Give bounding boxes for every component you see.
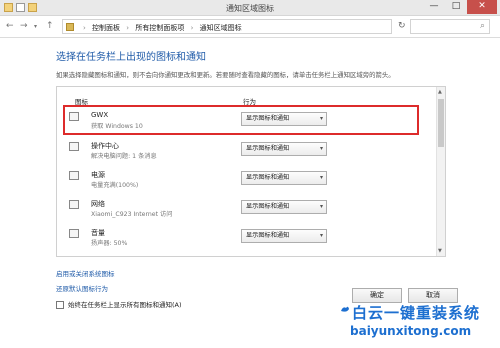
- item-name: 音量: [91, 229, 105, 237]
- title-bar: 通知区域图标 — □ ✕: [0, 0, 500, 16]
- list-item: 电源 电量充满(100%) 显示图标和通知 ▾: [65, 166, 427, 194]
- cloud-logo-icon: [341, 306, 349, 312]
- item-description: Xiaomi_C923 Internet 访问: [91, 211, 173, 218]
- breadcrumb-item[interactable]: 控制面板: [92, 24, 120, 32]
- search-icon: ⌕: [479, 21, 485, 31]
- breadcrumb[interactable]: › 控制面板 › 所有控制面板项 › 通知区域图标: [62, 19, 392, 34]
- vertical-scrollbar[interactable]: ▲ ▼: [436, 87, 445, 256]
- flag-icon: [69, 142, 79, 151]
- close-button[interactable]: ✕: [467, 0, 497, 14]
- chevron-down-icon: ▾: [319, 203, 323, 210]
- behavior-select[interactable]: 显示图标和通知 ▾: [241, 200, 327, 214]
- highlight-box: [63, 105, 419, 135]
- breadcrumb-item[interactable]: 通知区域图标: [200, 24, 242, 32]
- chevron-down-icon: ▾: [319, 174, 323, 181]
- battery-icon: [69, 171, 79, 180]
- restore-defaults-link[interactable]: 还原默认图标行为: [56, 283, 108, 293]
- item-name: 操作中心: [91, 142, 119, 150]
- list-item: 音量 扬声器: 50% 显示图标和通知 ▾: [65, 224, 427, 252]
- watermark-title: 白云一键重装系统: [352, 304, 481, 322]
- behavior-select[interactable]: 显示图标和通知 ▾: [241, 142, 327, 156]
- recent-locations-icon[interactable]: ▾: [34, 23, 37, 30]
- item-description: 电量充满(100%): [91, 182, 139, 189]
- scrollbar-thumb[interactable]: [438, 99, 444, 147]
- behavior-select[interactable]: 显示图标和通知 ▾: [241, 229, 327, 243]
- item-name: 电源: [91, 171, 105, 179]
- forward-icon[interactable]: →: [20, 21, 28, 31]
- system-icons-link[interactable]: 启用或关闭系统图标: [56, 268, 115, 278]
- up-icon[interactable]: ↑: [46, 21, 54, 31]
- always-show-checkbox-row[interactable]: 始终在任务栏上显示所有图标和通知(A): [56, 299, 182, 309]
- chevron-down-icon: ▾: [319, 232, 323, 239]
- breadcrumb-item[interactable]: 所有控制面板项: [135, 24, 184, 32]
- watermark: 白云一键重装系统 baiyunxitong.com: [338, 300, 496, 344]
- back-icon[interactable]: ←: [6, 21, 14, 31]
- address-bar: ← → ▾ ↑ › 控制面板 › 所有控制面板项 › 通知区域图标 ↻ ⌕: [0, 16, 500, 38]
- minimize-button[interactable]: —: [423, 0, 445, 14]
- page-title: 选择在任务栏上出现的图标和通知: [56, 52, 206, 63]
- window-controls: — □ ✕: [423, 0, 497, 14]
- icon-list-panel: 图标 行为 GWX 获取 Windows 10 显示图标和通知 ▾ 操作中心 解决…: [56, 86, 446, 257]
- network-icon: [69, 200, 79, 209]
- refresh-icon[interactable]: ↻: [398, 21, 406, 31]
- speaker-icon: [69, 229, 79, 238]
- control-panel-icon: [66, 23, 74, 31]
- watermark-url: baiyunxitong.com: [350, 324, 472, 338]
- checkbox-label: 始终在任务栏上显示所有图标和通知(A): [68, 301, 182, 309]
- chevron-down-icon: ▾: [319, 145, 323, 152]
- scroll-down-icon[interactable]: ▼: [438, 248, 442, 254]
- page-description: 如果选择隐藏图标和通知，则不会向你通知更改和更新。若要随时查看隐藏的图标，请单击…: [56, 71, 395, 79]
- maximize-button[interactable]: □: [445, 0, 467, 14]
- scroll-up-icon[interactable]: ▲: [438, 89, 442, 95]
- item-name: 网络: [91, 200, 105, 208]
- list-item: 操作中心 解决电脑问题: 1 条消息 显示图标和通知 ▾: [65, 137, 427, 165]
- item-description: 扬声器: 50%: [91, 240, 128, 247]
- always-show-checkbox[interactable]: [56, 301, 64, 309]
- behavior-select[interactable]: 显示图标和通知 ▾: [241, 171, 327, 185]
- search-input[interactable]: ⌕: [410, 19, 490, 34]
- item-description: 解决电脑问题: 1 条消息: [91, 153, 157, 160]
- list-item: 网络 Xiaomi_C923 Internet 访问 显示图标和通知 ▾: [65, 195, 427, 223]
